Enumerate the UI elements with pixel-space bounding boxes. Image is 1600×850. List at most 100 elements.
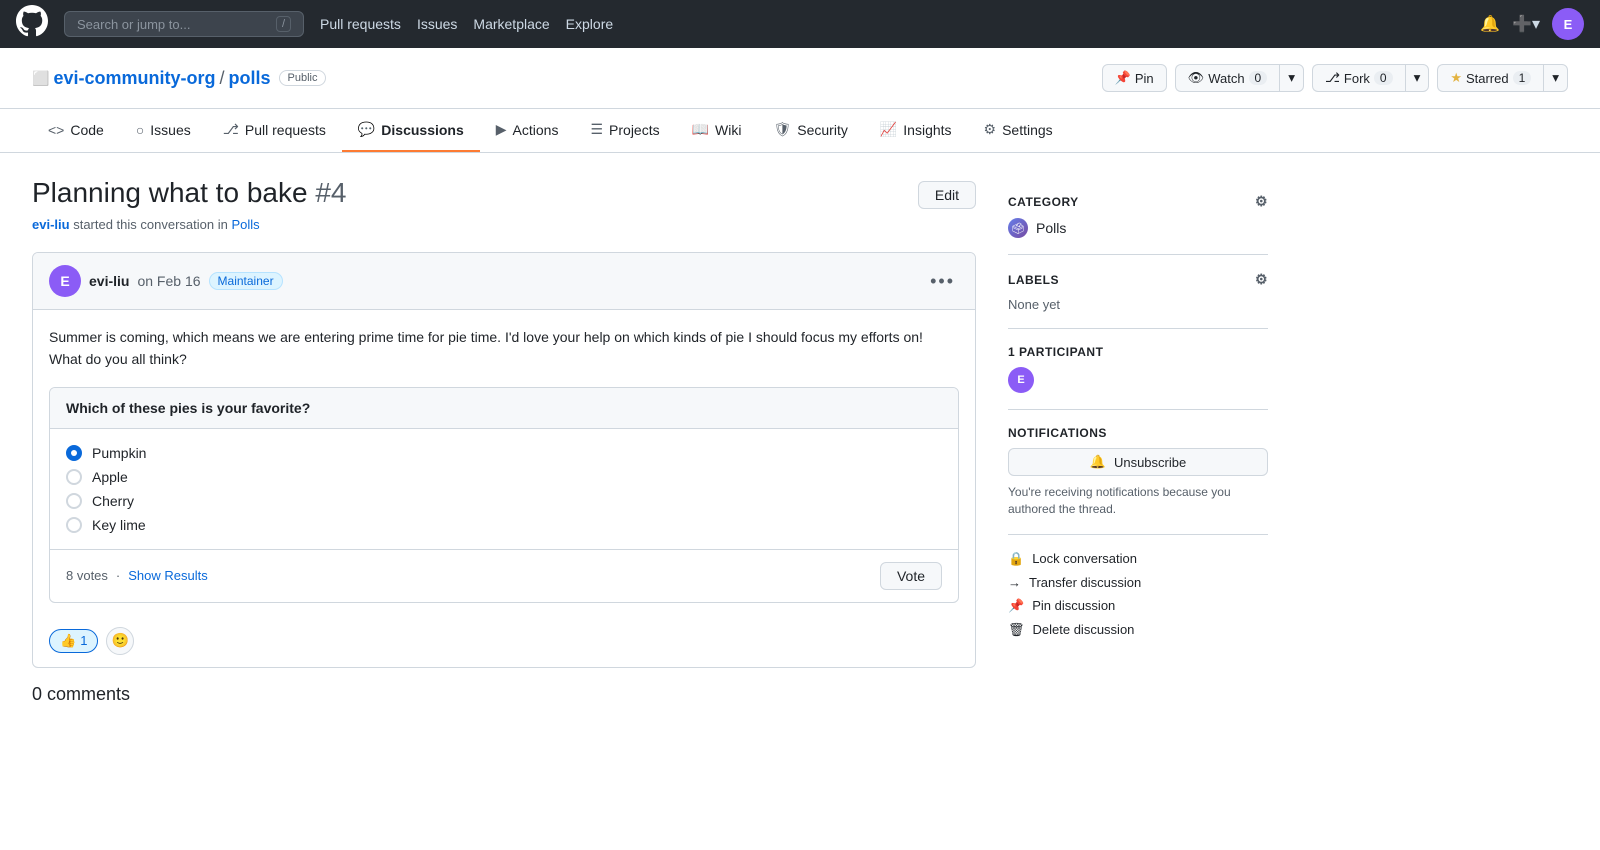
nav-marketplace[interactable]: Marketplace xyxy=(473,16,549,32)
poll-votes-separator: · xyxy=(116,568,120,583)
org-link[interactable]: evi-community-org xyxy=(53,68,215,89)
fork-button[interactable]: ⎇ Fork 0 xyxy=(1312,64,1405,92)
unsubscribe-button[interactable]: 🔔 Unsubscribe xyxy=(1008,448,1268,476)
transfer-discussion-link[interactable]: → Transfer discussion xyxy=(1008,575,1268,590)
discussion-title: Planning what to bake #4 xyxy=(32,177,346,209)
watch-button[interactable]: 👁 Watch 0 xyxy=(1175,64,1280,92)
add-icon[interactable]: ➕▾ xyxy=(1512,14,1540,34)
post-author-avatar[interactable]: E xyxy=(49,265,81,297)
discussions-icon: 💬 xyxy=(358,121,375,138)
poll-radio-apple[interactable] xyxy=(66,469,82,485)
eye-icon: 👁 xyxy=(1188,70,1205,86)
poll-option-cherry[interactable]: Cherry xyxy=(66,493,942,509)
sidebar-category-value: 🗳 Polls xyxy=(1008,218,1268,238)
tab-code[interactable]: <> Code xyxy=(32,109,120,152)
poll-option-apple[interactable]: Apple xyxy=(66,469,942,485)
sidebar-actions-section: 🔒 Lock conversation → Transfer discussio… xyxy=(1008,535,1268,654)
tab-security[interactable]: 🛡 Security xyxy=(757,109,863,152)
labels-none: None yet xyxy=(1008,297,1060,312)
lock-conversation-link[interactable]: 🔒 Lock conversation xyxy=(1008,551,1268,567)
github-logo[interactable] xyxy=(16,5,48,43)
fork-dropdown[interactable]: ▾ xyxy=(1405,64,1430,92)
main-layout: Planning what to bake #4 Edit evi-liu st… xyxy=(0,153,1300,729)
sidebar-category-header: Category ⚙ xyxy=(1008,193,1268,210)
pin-button[interactable]: 📌 Pin xyxy=(1102,64,1167,92)
issues-icon: ○ xyxy=(136,122,144,138)
watch-dropdown[interactable]: ▾ xyxy=(1279,64,1304,92)
reaction-count: 1 xyxy=(80,633,87,648)
settings-icon: ⚙ xyxy=(984,121,997,138)
discussion-category-link[interactable]: Polls xyxy=(231,217,259,232)
post-card: E evi-liu on Feb 16 Maintainer ••• Summe… xyxy=(32,252,976,668)
post-body: Summer is coming, which means we are ent… xyxy=(33,310,975,619)
discussion-started-text: started this conversation in xyxy=(73,217,228,232)
labels-gear-icon[interactable]: ⚙ xyxy=(1255,271,1268,288)
repo-action-buttons: 📌 Pin 👁 Watch 0 ▾ ⎇ Fork 0 ▾ ★ Starred 1 xyxy=(1102,64,1568,92)
poll-radio-keylime[interactable] xyxy=(66,517,82,533)
repo-header: ⬜ evi-community-org / polls Public 📌 Pin… xyxy=(0,48,1600,109)
discussion-number: #4 xyxy=(315,177,346,208)
tab-discussions[interactable]: 💬 Discussions xyxy=(342,109,480,152)
top-nav-links: Pull requests Issues Marketplace Explore xyxy=(320,16,613,32)
post-text: Summer is coming, which means we are ent… xyxy=(49,326,959,371)
repo-name-link[interactable]: polls xyxy=(228,68,270,89)
user-avatar[interactable]: E xyxy=(1552,8,1584,40)
poll-option-keylime[interactable]: Key lime xyxy=(66,517,942,533)
nav-issues[interactable]: Issues xyxy=(417,16,457,32)
tab-insights[interactable]: 📈 Insights xyxy=(864,109,968,152)
wiki-icon: 📖 xyxy=(692,121,709,138)
category-gear-icon[interactable]: ⚙ xyxy=(1255,193,1268,210)
add-reaction-button[interactable]: 🙂 xyxy=(106,627,134,655)
breadcrumb-slash: / xyxy=(219,68,224,89)
repo-tabs: <> Code ○ Issues ⎇ Pull requests 💬 Discu… xyxy=(0,109,1600,153)
top-nav-right: 🔔 ➕▾ E xyxy=(1480,8,1584,40)
nav-pull-requests[interactable]: Pull requests xyxy=(320,16,401,32)
watch-count: 0 xyxy=(1249,71,1268,85)
poll-options: Pumpkin Apple Cherry xyxy=(50,429,958,549)
pin-icon: 📌 xyxy=(1115,70,1131,86)
post-reactions: 👍 1 🙂 xyxy=(33,619,975,667)
delete-discussion-link[interactable]: 🗑 Delete discussion xyxy=(1008,622,1268,638)
notifications-icon[interactable]: 🔔 xyxy=(1480,14,1500,34)
star-dropdown[interactable]: ▾ xyxy=(1543,64,1568,92)
vote-button[interactable]: Vote xyxy=(880,562,942,590)
comments-header: 0 comments xyxy=(32,684,976,705)
security-icon: 🛡 xyxy=(773,121,791,138)
poll-option-pumpkin[interactable]: Pumpkin xyxy=(66,445,942,461)
star-button[interactable]: ★ Starred 1 xyxy=(1437,64,1543,92)
tab-settings[interactable]: ⚙ Settings xyxy=(968,109,1069,152)
insights-icon: 📈 xyxy=(880,121,897,138)
top-nav: Search or jump to... / Pull requests Iss… xyxy=(0,0,1600,48)
post-more-button[interactable]: ••• xyxy=(926,271,959,292)
tab-pull-requests[interactable]: ⎇ Pull requests xyxy=(207,109,342,152)
category-emoji: 🗳 xyxy=(1008,218,1028,238)
show-results-link[interactable]: Show Results xyxy=(128,568,207,583)
bell-icon: 🔔 xyxy=(1090,454,1106,470)
participant-avatar[interactable]: E xyxy=(1008,367,1034,393)
poll-votes-count: 8 votes xyxy=(66,568,108,583)
post-author-link[interactable]: evi-liu xyxy=(89,273,129,289)
thumbs-up-reaction[interactable]: 👍 1 xyxy=(49,629,98,653)
sidebar-participants-section: 1 participant E xyxy=(1008,329,1268,410)
tab-projects[interactable]: ☰ Projects xyxy=(574,109,675,152)
nav-explore[interactable]: Explore xyxy=(566,16,613,32)
poll-container: Which of these pies is your favorite? Pu… xyxy=(49,387,959,603)
pin-discussion-link[interactable]: 📌 Pin discussion xyxy=(1008,598,1268,614)
tab-actions[interactable]: ▶ Actions xyxy=(480,109,575,152)
sidebar-notifications-section: Notifications 🔔 Unsubscribe You're recei… xyxy=(1008,410,1268,535)
poll-question: Which of these pies is your favorite? xyxy=(50,388,958,429)
watch-button-group: 👁 Watch 0 ▾ xyxy=(1175,64,1304,92)
notification-reason: You're receiving notifications because y… xyxy=(1008,484,1268,518)
poll-radio-cherry[interactable] xyxy=(66,493,82,509)
code-icon: <> xyxy=(48,122,64,138)
thumbs-up-icon: 👍 xyxy=(60,633,76,649)
edit-button[interactable]: Edit xyxy=(918,181,976,209)
search-placeholder: Search or jump to... xyxy=(77,17,190,32)
poll-radio-pumpkin[interactable] xyxy=(66,445,82,461)
projects-icon: ☰ xyxy=(590,121,603,138)
search-bar[interactable]: Search or jump to... / xyxy=(64,11,304,37)
tab-issues[interactable]: ○ Issues xyxy=(120,109,207,152)
discussion-author-link[interactable]: evi-liu xyxy=(32,217,70,232)
tab-wiki[interactable]: 📖 Wiki xyxy=(676,109,758,152)
fork-icon: ⎇ xyxy=(1325,70,1340,86)
